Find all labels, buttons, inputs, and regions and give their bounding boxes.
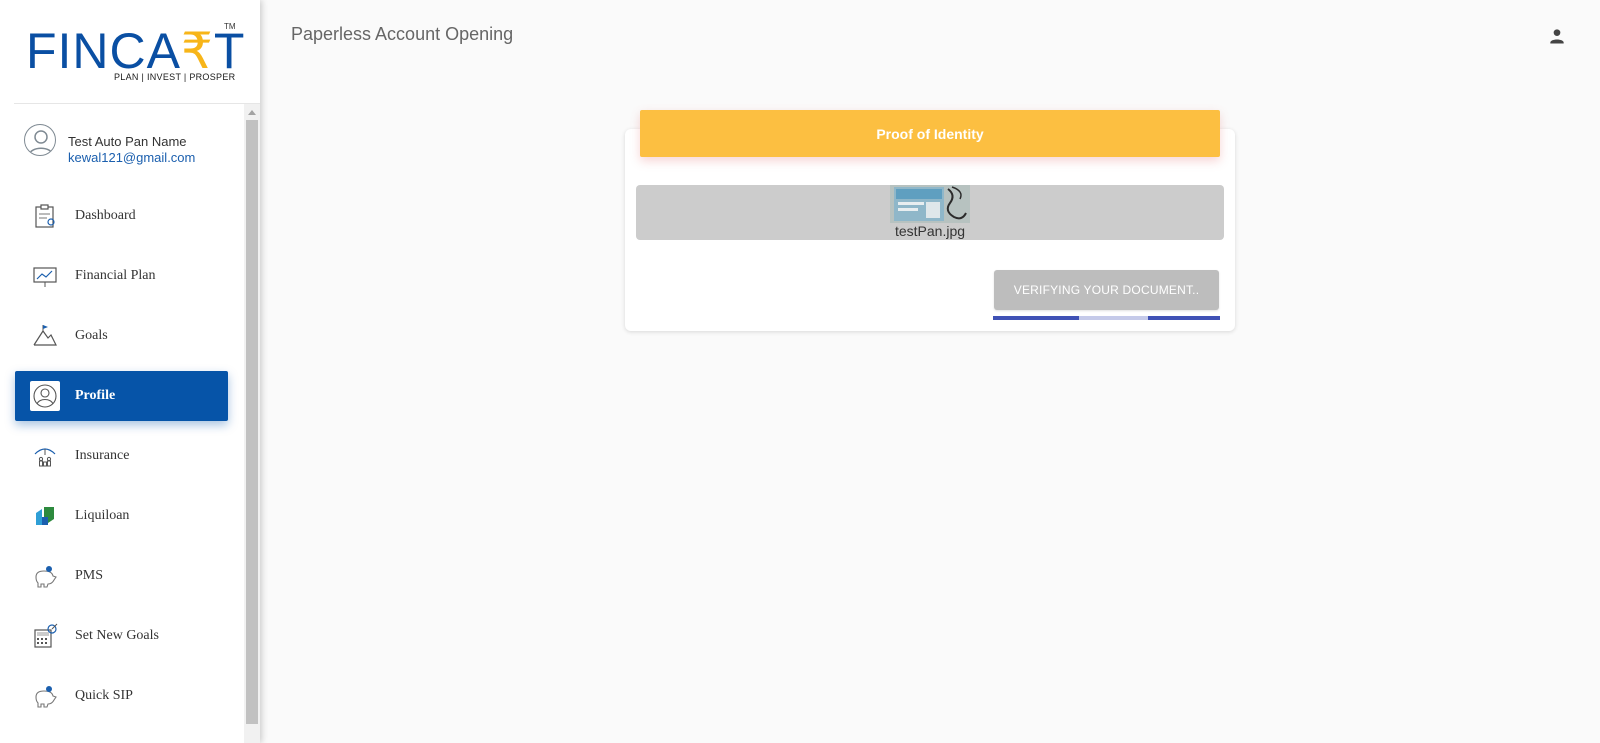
page-title: Paperless Account Opening — [291, 24, 514, 44]
card-header: Proof of Identity — [640, 110, 1220, 157]
sidebar-item-label: Dashboard — [75, 208, 136, 223]
sidebar-item-label: Goals — [75, 328, 108, 343]
verifying-document-button[interactable]: VERIFYING YOUR DOCUMENT.. — [994, 270, 1219, 310]
logo-trademark: TM — [224, 22, 236, 31]
calculator-target-icon — [30, 621, 60, 651]
logo-tagline: PLAN | INVEST | PROSPER — [114, 72, 236, 82]
mountain-flag-icon — [30, 321, 60, 351]
scrollbar-thumb[interactable] — [246, 120, 258, 724]
user-profile-icon — [30, 381, 60, 411]
sidebar-item-dashboard[interactable]: Dashboard — [15, 191, 228, 241]
user-info: Test Auto Pan Name kewal121@gmail.com — [24, 124, 239, 168]
sidebar: FINCA₹T TM PLAN | INVEST | PROSPER Test … — [0, 0, 260, 743]
scroll-up-arrow-icon[interactable] — [244, 106, 260, 118]
file-name: testPan.jpg — [894, 223, 966, 239]
sidebar-item-label: Insurance — [75, 448, 130, 463]
user-name: Test Auto Pan Name — [68, 134, 187, 149]
sidebar-item-label: Financial Plan — [75, 268, 156, 283]
progress-indicator — [1148, 316, 1220, 320]
sidebar-item-set-new-goals[interactable]: Set New Goals — [15, 611, 228, 661]
user-email: kewal121@gmail.com — [68, 150, 196, 165]
sidebar-scrollbar[interactable] — [244, 104, 260, 743]
sidebar-item-profile[interactable]: Profile — [15, 371, 228, 421]
clipboard-icon — [30, 201, 60, 231]
sidebar-item-liquiloan[interactable]: Liquiloan — [15, 491, 228, 541]
liquiloan-icon — [30, 501, 60, 531]
uploaded-file-preview[interactable]: testPan.jpg — [636, 185, 1224, 240]
piggy-bank-icon — [30, 561, 60, 591]
umbrella-family-icon — [30, 441, 60, 471]
sidebar-item-label: PMS — [75, 568, 104, 583]
sidebar-item-label: Quick SIP — [75, 688, 133, 703]
account-icon[interactable] — [1547, 26, 1567, 46]
progress-indicator — [993, 316, 1079, 320]
sidebar-item-label: Liquiloan — [75, 508, 130, 523]
sidebar-item-pms[interactable]: PMS — [15, 551, 228, 601]
sidebar-item-label: Set New Goals — [75, 628, 159, 643]
card-title: Proof of Identity — [876, 125, 984, 142]
sidebar-item-financial-plan[interactable]: Financial Plan — [15, 251, 228, 301]
sidebar-divider — [14, 103, 260, 104]
sidebar-item-goals[interactable]: Goals — [15, 311, 228, 361]
avatar — [24, 124, 56, 156]
fincart-logo[interactable]: FINCA₹T TM PLAN | INVEST | PROSPER — [22, 22, 246, 88]
sidebar-item-insurance[interactable]: Insurance — [15, 431, 228, 481]
verification-progress-bar — [993, 316, 1220, 320]
chart-board-icon — [30, 261, 60, 291]
sidebar-item-label: Profile — [75, 388, 116, 403]
logo-wordmark: FINCA₹T — [26, 23, 246, 79]
piggy-bank-icon — [30, 681, 60, 711]
sidebar-item-quick-sip[interactable]: Quick SIP — [15, 671, 228, 721]
document-thumbnail — [890, 185, 970, 223]
